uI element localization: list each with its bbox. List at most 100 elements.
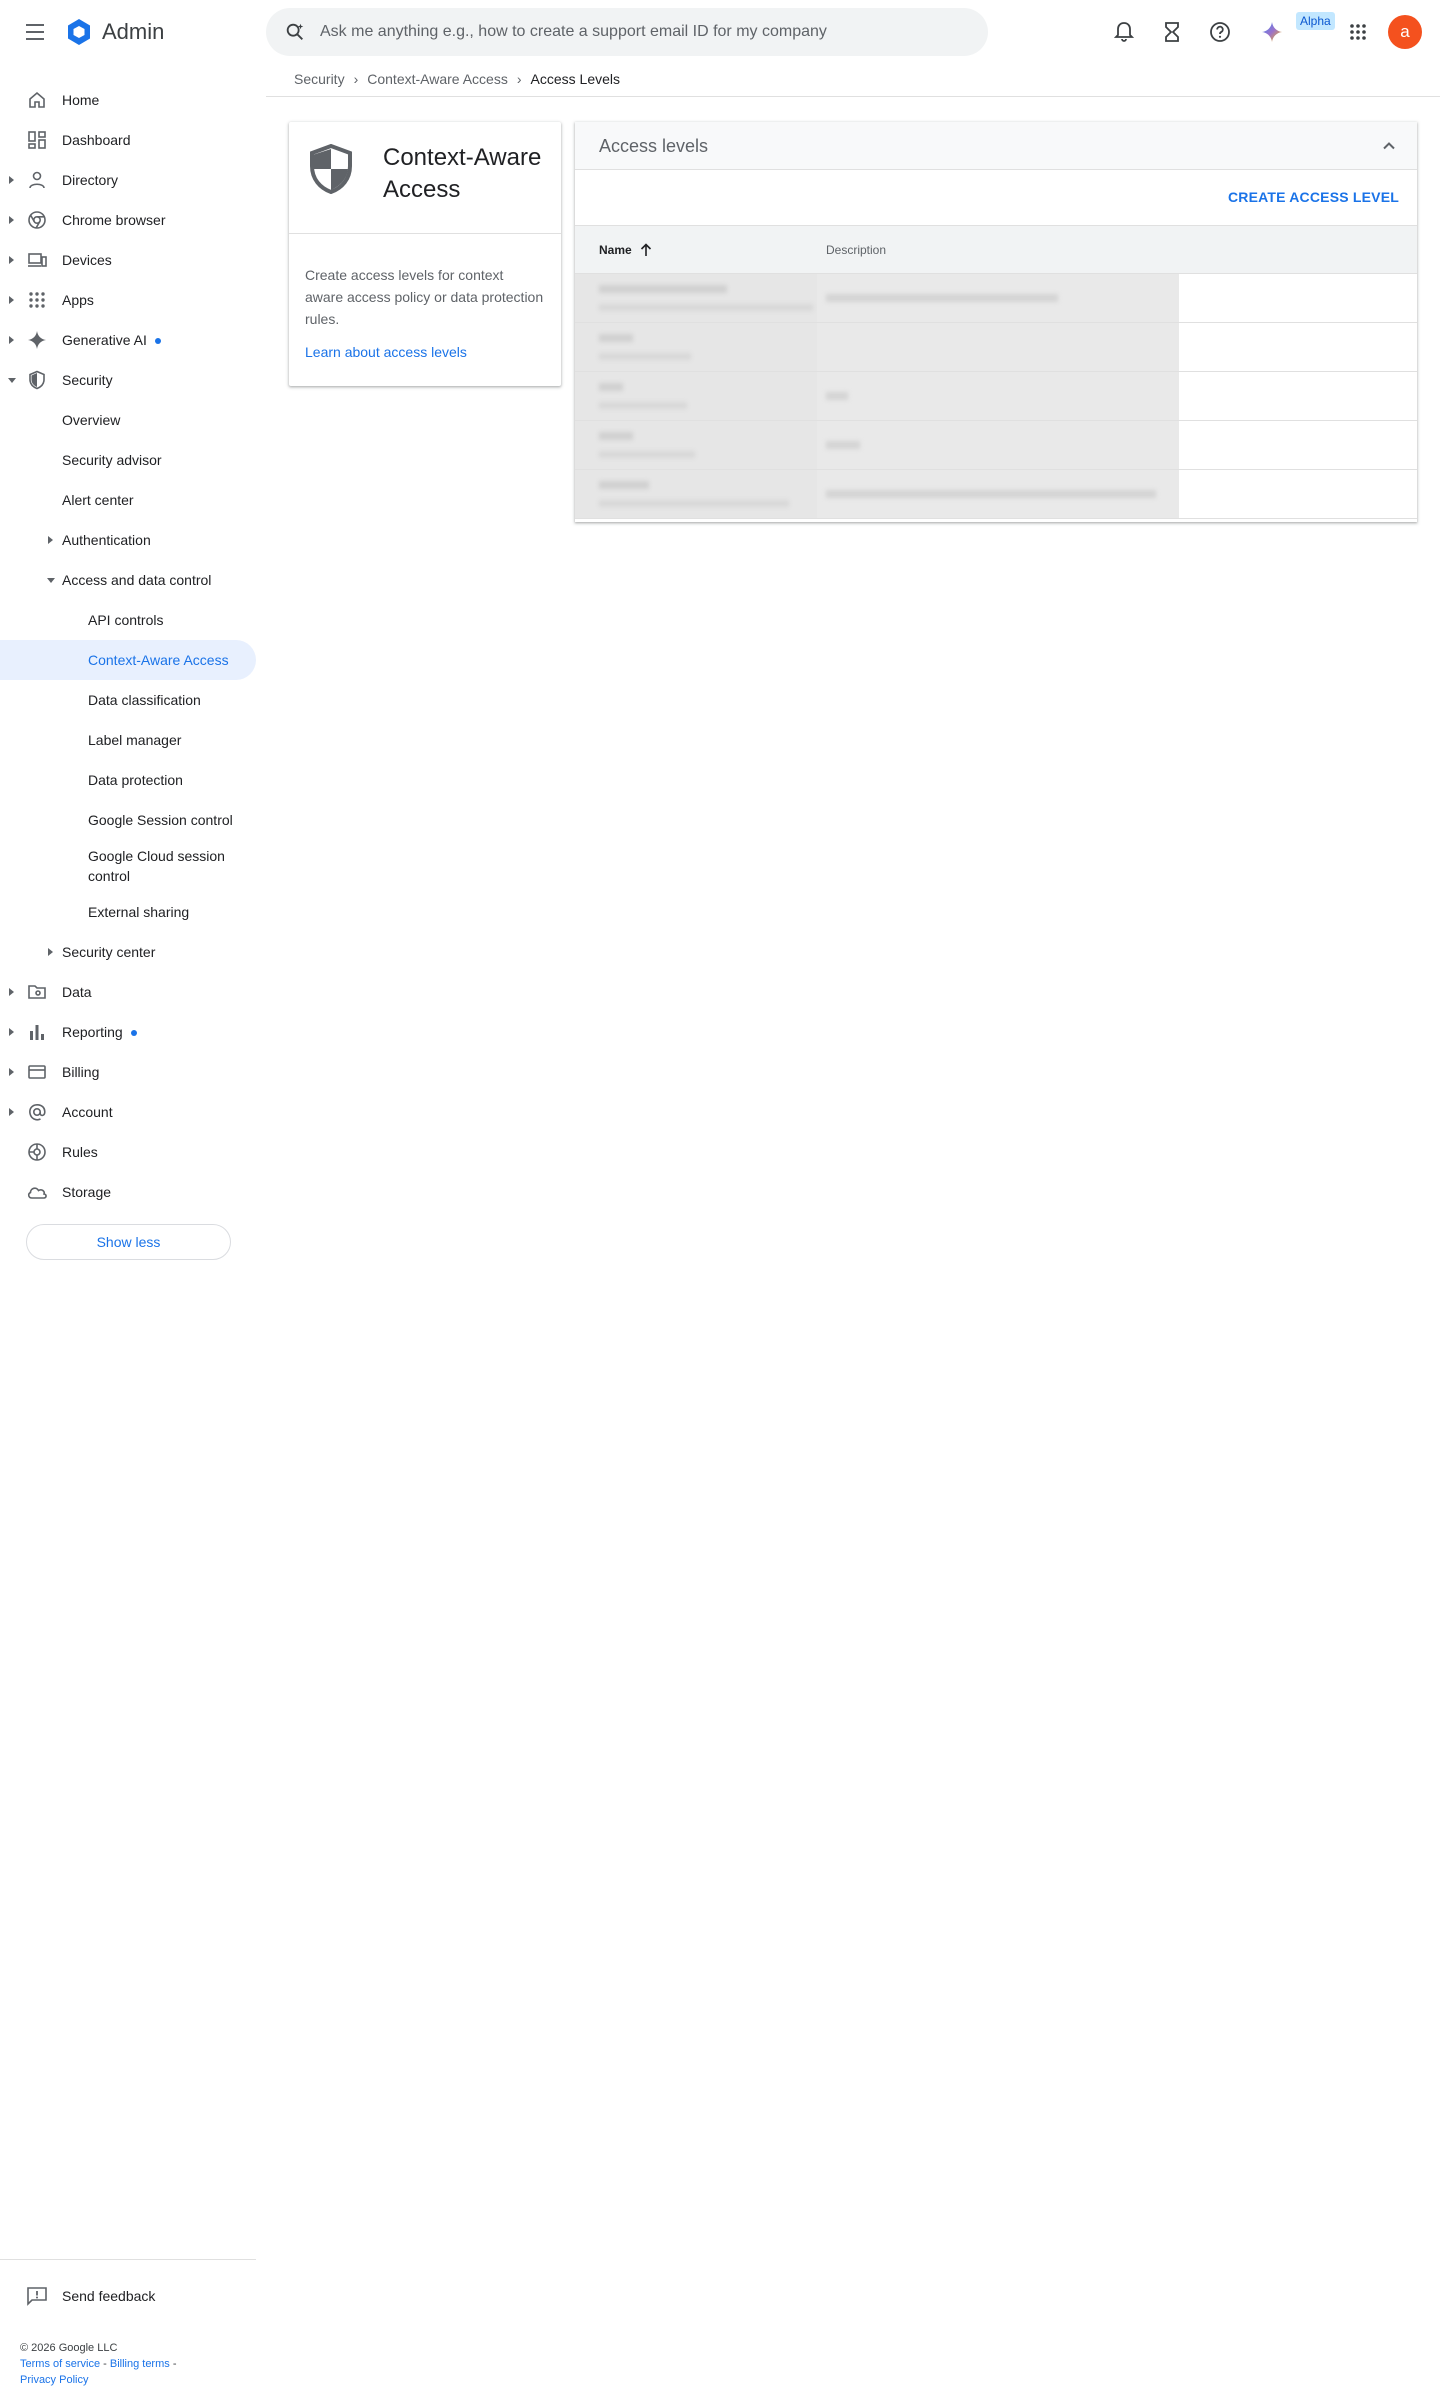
- sidebar-item-overview[interactable]: Overview: [0, 400, 256, 440]
- sidebar-item-rules[interactable]: Rules: [0, 1132, 256, 1172]
- home-icon: [26, 89, 48, 111]
- sidebar-item-google-session-control[interactable]: Google Session control: [0, 800, 256, 840]
- shield-icon: [26, 369, 48, 391]
- hourglass-icon: [1165, 22, 1179, 42]
- billing-terms-link[interactable]: Billing terms: [110, 2358, 170, 2370]
- redacted-description-cell: [817, 323, 1179, 371]
- sidebar-item-security-center[interactable]: Security center: [0, 932, 256, 972]
- create-access-level-button[interactable]: CREATE ACCESS LEVEL: [1228, 189, 1399, 205]
- sidebar-item-security[interactable]: Security: [0, 360, 256, 400]
- redacted-description-cell: [817, 470, 1179, 518]
- caret-right-icon: [48, 536, 53, 544]
- sidebar-item-api-controls[interactable]: API controls: [0, 600, 256, 640]
- tasks-button[interactable]: [1158, 18, 1186, 46]
- caret-right-icon: [9, 256, 14, 264]
- table-row[interactable]: [575, 421, 1417, 470]
- sidebar: Home Dashboard Directory Chrome browser …: [0, 80, 256, 1212]
- caret-right-icon: [9, 1028, 14, 1036]
- help-button[interactable]: [1206, 18, 1234, 46]
- redacted-name-cell: [575, 323, 817, 371]
- sidebar-item-reporting[interactable]: Reporting: [0, 1012, 256, 1052]
- sidebar-item-label-manager[interactable]: Label manager: [0, 720, 256, 760]
- shield-icon: [310, 144, 352, 194]
- breadcrumb-divider: [266, 96, 1440, 97]
- sidebar-item-label: Generative AI: [62, 332, 147, 348]
- column-header-name[interactable]: Name: [599, 243, 652, 257]
- table-row[interactable]: [575, 470, 1417, 519]
- sidebar-item-devices[interactable]: Devices: [0, 240, 256, 280]
- sidebar-item-billing[interactable]: Billing: [0, 1052, 256, 1092]
- panel-actions: CREATE ACCESS LEVEL: [575, 170, 1417, 226]
- sidebar-item-external-sharing[interactable]: External sharing: [0, 892, 256, 932]
- sidebar-divider: [0, 2259, 256, 2260]
- sidebar-item-google-cloud-session-control[interactable]: Google Cloud session control: [0, 840, 256, 892]
- main-menu-button[interactable]: [20, 18, 50, 46]
- context-aware-access-info-card: Context-Aware Access Create access level…: [289, 122, 561, 386]
- terms-of-service-link[interactable]: Terms of service: [20, 2358, 100, 2370]
- breadcrumb-current: Access Levels: [530, 71, 620, 87]
- redacted-description-cell: [817, 421, 1179, 469]
- privacy-policy-link[interactable]: Privacy Policy: [20, 2374, 88, 2386]
- sidebar-item-authentication[interactable]: Authentication: [0, 520, 256, 560]
- arrow-up-icon: [640, 243, 651, 256]
- info-card-header: Context-Aware Access: [289, 122, 561, 234]
- apps-grid-icon: [1350, 24, 1366, 40]
- credit-card-icon: [26, 1061, 48, 1083]
- chevron-right-icon: ›: [353, 71, 359, 87]
- redacted-name-cell: [575, 421, 817, 469]
- sidebar-item-context-aware-access[interactable]: Context-Aware Access: [0, 640, 256, 680]
- redacted-name-cell: [575, 470, 817, 518]
- alpha-badge: Alpha: [1296, 12, 1335, 30]
- app-name: Admin: [102, 19, 165, 44]
- admin-logo[interactable]: Admin: [64, 17, 164, 47]
- help-icon: [1210, 22, 1230, 42]
- at-sign-icon: [26, 1101, 48, 1123]
- sidebar-item-apps[interactable]: Apps: [0, 280, 256, 320]
- table-row[interactable]: [575, 274, 1417, 323]
- table-row[interactable]: [575, 372, 1417, 421]
- caret-right-icon: [48, 948, 53, 956]
- caret-right-icon: [9, 1108, 14, 1116]
- sidebar-item-data[interactable]: Data: [0, 972, 256, 1012]
- menu-icon-line: [26, 24, 44, 26]
- redacted-description-cell: [817, 274, 1179, 322]
- show-less-button[interactable]: Show less: [26, 1224, 231, 1260]
- sidebar-item-directory[interactable]: Directory: [0, 160, 256, 200]
- breadcrumb-context-aware-access[interactable]: Context-Aware Access: [367, 71, 508, 87]
- sidebar-item-alert-center[interactable]: Alert center: [0, 480, 256, 520]
- learn-about-access-levels-link[interactable]: Learn about access levels: [305, 344, 467, 360]
- gemini-button[interactable]: [1258, 18, 1286, 46]
- sidebar-item-dashboard[interactable]: Dashboard: [0, 120, 256, 160]
- search-bar[interactable]: [266, 8, 988, 56]
- apps-grid-button[interactable]: [1344, 18, 1372, 46]
- chevron-up-icon[interactable]: [1379, 136, 1399, 156]
- new-indicator-dot: [130, 1030, 137, 1037]
- caret-right-icon: [9, 176, 14, 184]
- sidebar-item-data-protection[interactable]: Data protection: [0, 760, 256, 800]
- chevron-right-icon: ›: [516, 71, 522, 87]
- caret-right-icon: [9, 336, 14, 344]
- table-header: Name Description: [575, 226, 1417, 274]
- breadcrumb: Security › Context-Aware Access › Access…: [294, 71, 620, 87]
- bell-icon: [1114, 22, 1134, 42]
- column-header-name-label: Name: [599, 243, 632, 257]
- sidebar-item-home[interactable]: Home: [0, 80, 256, 120]
- copyright: © 2026 Google LLC: [20, 2342, 118, 2354]
- sidebar-item-data-classification[interactable]: Data classification: [0, 680, 256, 720]
- table-row[interactable]: [575, 323, 1417, 372]
- search-input[interactable]: [320, 23, 988, 41]
- caret-down-icon: [8, 377, 16, 383]
- breadcrumb-security[interactable]: Security: [294, 71, 345, 87]
- account-avatar[interactable]: a: [1388, 15, 1422, 49]
- sidebar-item-access-and-data-control[interactable]: Access and data control: [0, 560, 256, 600]
- notifications-button[interactable]: [1110, 18, 1138, 46]
- info-card-description: Create access levels for context aware a…: [305, 267, 544, 327]
- sidebar-item-chrome-browser[interactable]: Chrome browser: [0, 200, 256, 240]
- sidebar-item-generative-ai[interactable]: Generative AI: [0, 320, 256, 360]
- sidebar-item-security-advisor[interactable]: Security advisor: [0, 440, 256, 480]
- sidebar-item-account[interactable]: Account: [0, 1092, 256, 1132]
- send-feedback-button[interactable]: Send feedback: [26, 2286, 155, 2306]
- panel-header: Access levels: [575, 122, 1417, 170]
- column-header-description[interactable]: Description: [826, 243, 886, 257]
- sidebar-item-storage[interactable]: Storage: [0, 1172, 256, 1212]
